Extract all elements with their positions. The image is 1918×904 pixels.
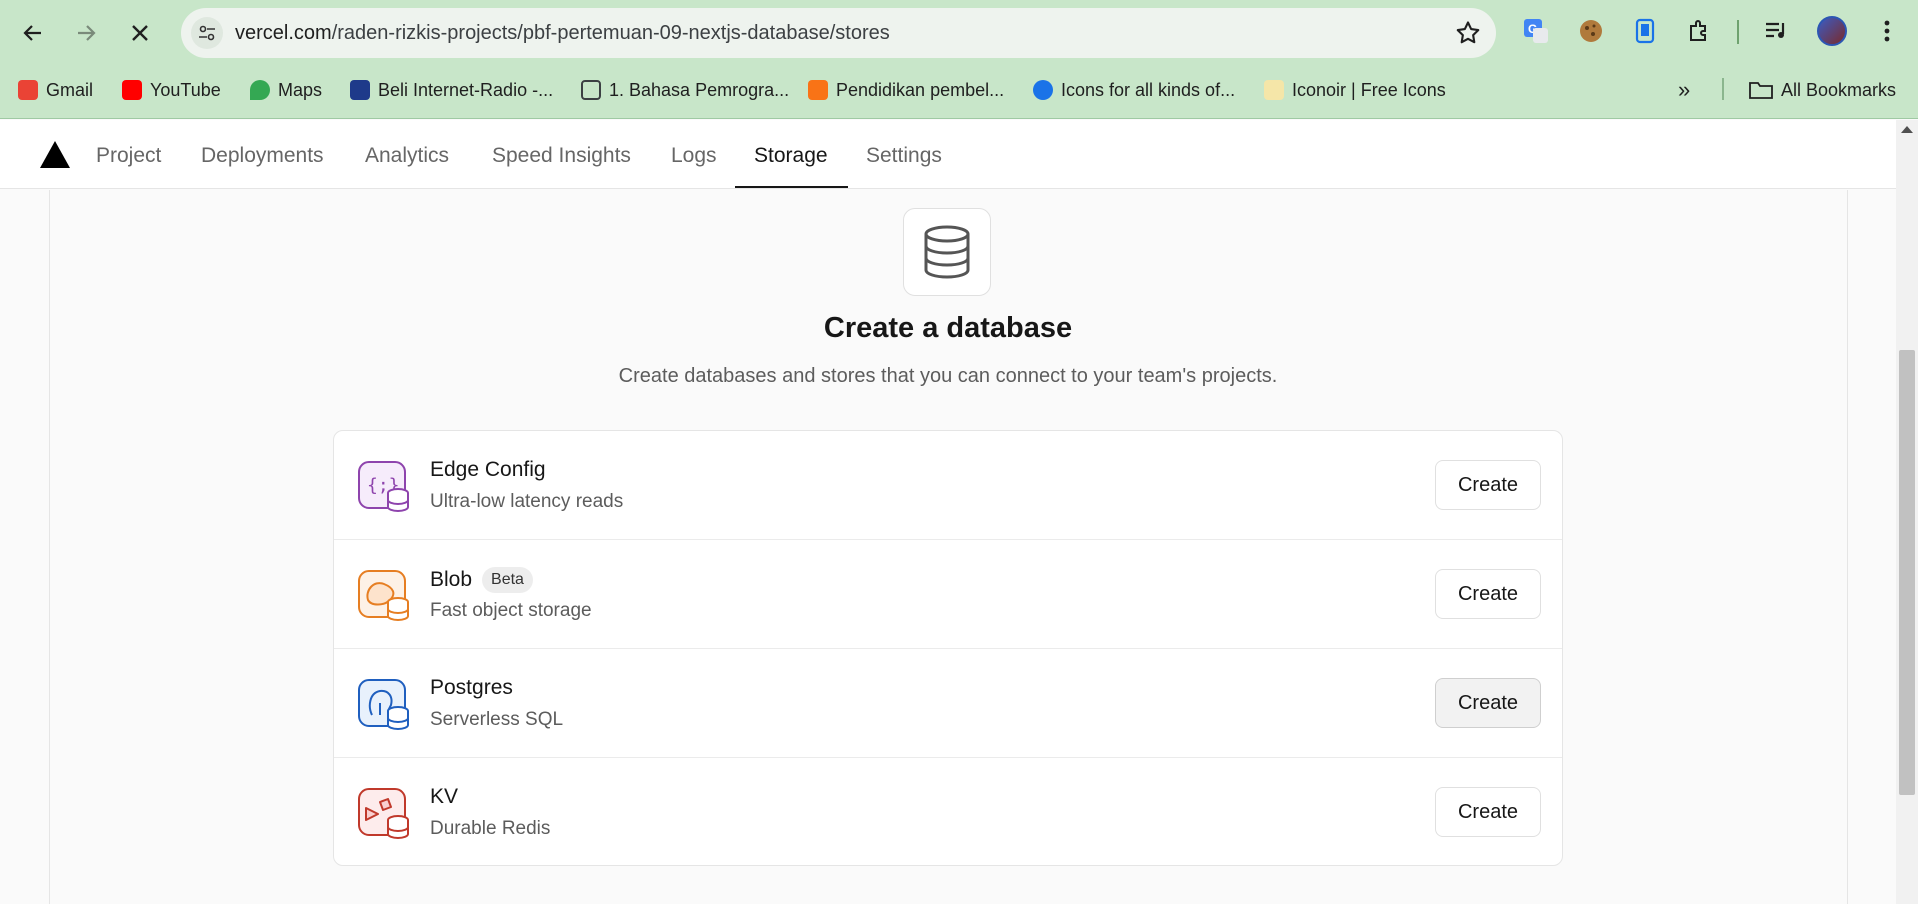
robot-icon: [1033, 80, 1053, 100]
tab-logs[interactable]: Logs: [671, 144, 717, 168]
database-icon: [924, 225, 970, 279]
store-options-list: {;} Edge Config Ultra-low latency reads …: [333, 430, 1563, 866]
double-chevron-right-icon: »: [1678, 77, 1691, 102]
store-description: Durable Redis: [430, 818, 551, 839]
youtube-icon: [122, 80, 142, 100]
gmail-icon: [18, 80, 38, 100]
extensions-puzzle-icon[interactable]: [1684, 16, 1714, 46]
store-name: Blob Beta: [430, 567, 533, 593]
page-scrollbar[interactable]: [1896, 120, 1918, 904]
radio-store-icon: [350, 80, 370, 100]
blob-icon: [358, 570, 409, 622]
forward-button[interactable]: [66, 13, 106, 53]
list-item-edge-config: {;} Edge Config Ultra-low latency reads …: [334, 431, 1562, 540]
close-icon: [132, 25, 148, 41]
store-description: Fast object storage: [430, 600, 592, 621]
profile-avatar[interactable]: [1817, 16, 1847, 46]
stop-loading-button[interactable]: [120, 13, 160, 53]
bookmark-bahasa-pemrograman[interactable]: 1. Bahasa Pemrogra...: [581, 76, 789, 104]
page-subtitle: Create databases and stores that you can…: [618, 365, 1278, 387]
bookmark-icons-for-all[interactable]: Icons for all kinds of...: [1033, 76, 1235, 104]
more-bookmarks-button[interactable]: »: [1678, 76, 1690, 104]
bookmark-star-icon[interactable]: [1454, 19, 1482, 47]
tab-deployments[interactable]: Deployments: [201, 144, 324, 168]
store-description: Ultra-low latency reads: [430, 491, 624, 512]
postgres-elephant-icon: [358, 679, 409, 731]
folder-icon: [1749, 82, 1773, 99]
create-kv-button[interactable]: Create: [1435, 787, 1541, 837]
active-tab-indicator: [735, 186, 848, 188]
site-info-icon[interactable]: [191, 17, 223, 49]
kv-redis-icon: [358, 788, 409, 840]
tab-storage[interactable]: Storage: [754, 144, 828, 168]
arrow-right-icon: [78, 25, 96, 41]
bookmark-maps[interactable]: Maps: [250, 76, 322, 104]
bookmarks-bar: Gmail YouTube Maps Beli Internet-Radio -…: [0, 72, 1918, 104]
clipboard-extension-icon[interactable]: [1630, 16, 1660, 46]
store-description: Serverless SQL: [430, 709, 564, 730]
list-item-kv: KV Durable Redis Create: [334, 758, 1562, 865]
back-button[interactable]: [13, 13, 53, 53]
bookmark-gmail[interactable]: Gmail: [18, 76, 93, 104]
tab-settings[interactable]: Settings: [866, 144, 942, 168]
beta-badge: Beta: [482, 567, 533, 593]
list-item-postgres: Postgres Serverless SQL Create: [334, 649, 1562, 758]
vercel-logo-icon[interactable]: [40, 141, 70, 168]
bookmark-internet-radio[interactable]: Beli Internet-Radio -...: [350, 76, 553, 104]
database-hero-icon: [903, 208, 991, 296]
url-text: vercel.com/raden-rizkis-projects/pbf-per…: [235, 22, 890, 44]
peace-hand-icon: [1264, 80, 1284, 100]
scrollbar-thumb[interactable]: [1899, 350, 1915, 795]
arrow-left-icon: [23, 25, 41, 41]
store-name: Edge Config: [430, 458, 546, 481]
create-edge-config-button[interactable]: Create: [1435, 460, 1541, 510]
project-nav: Project Deployments Analytics Speed Insi…: [0, 120, 1896, 189]
google-translate-icon[interactable]: G: [1521, 16, 1551, 46]
bookmark-iconoir[interactable]: Iconoir | Free Icons: [1264, 76, 1446, 104]
address-bar[interactable]: vercel.com/raden-rizkis-projects/pbf-per…: [181, 8, 1496, 58]
scroll-up-arrow-icon[interactable]: [1901, 126, 1913, 133]
store-name: KV: [430, 785, 459, 808]
create-blob-button[interactable]: Create: [1435, 569, 1541, 619]
page-title: Create a database: [823, 312, 1073, 344]
tab-project[interactable]: Project: [96, 144, 161, 168]
browser-chrome: vercel.com/raden-rizkis-projects/pbf-per…: [0, 0, 1918, 119]
tab-speed-insights[interactable]: Speed Insights: [492, 144, 631, 168]
create-postgres-button[interactable]: Create: [1435, 678, 1541, 728]
store-name: Postgres: [430, 676, 513, 699]
bookmark-youtube[interactable]: YouTube: [122, 76, 221, 104]
tensorflow-icon: [808, 80, 828, 100]
bookmarks-divider: [1722, 78, 1724, 100]
bookmark-pendidikan[interactable]: Pendidikan pembel...: [808, 76, 1004, 104]
cookie-icon[interactable]: [1576, 16, 1606, 46]
browser-menu-icon[interactable]: [1872, 16, 1902, 46]
list-item-blob: Blob Beta Fast object storage Create: [334, 540, 1562, 649]
media-controls-icon[interactable]: [1762, 16, 1792, 46]
maps-pin-icon: [250, 80, 270, 100]
tab-analytics[interactable]: Analytics: [365, 144, 449, 168]
all-bookmarks-folder[interactable]: All Bookmarks: [1749, 76, 1896, 104]
book-icon: [581, 80, 601, 100]
toolbar-divider: [1737, 20, 1739, 44]
edge-config-icon: {;}: [358, 461, 409, 513]
